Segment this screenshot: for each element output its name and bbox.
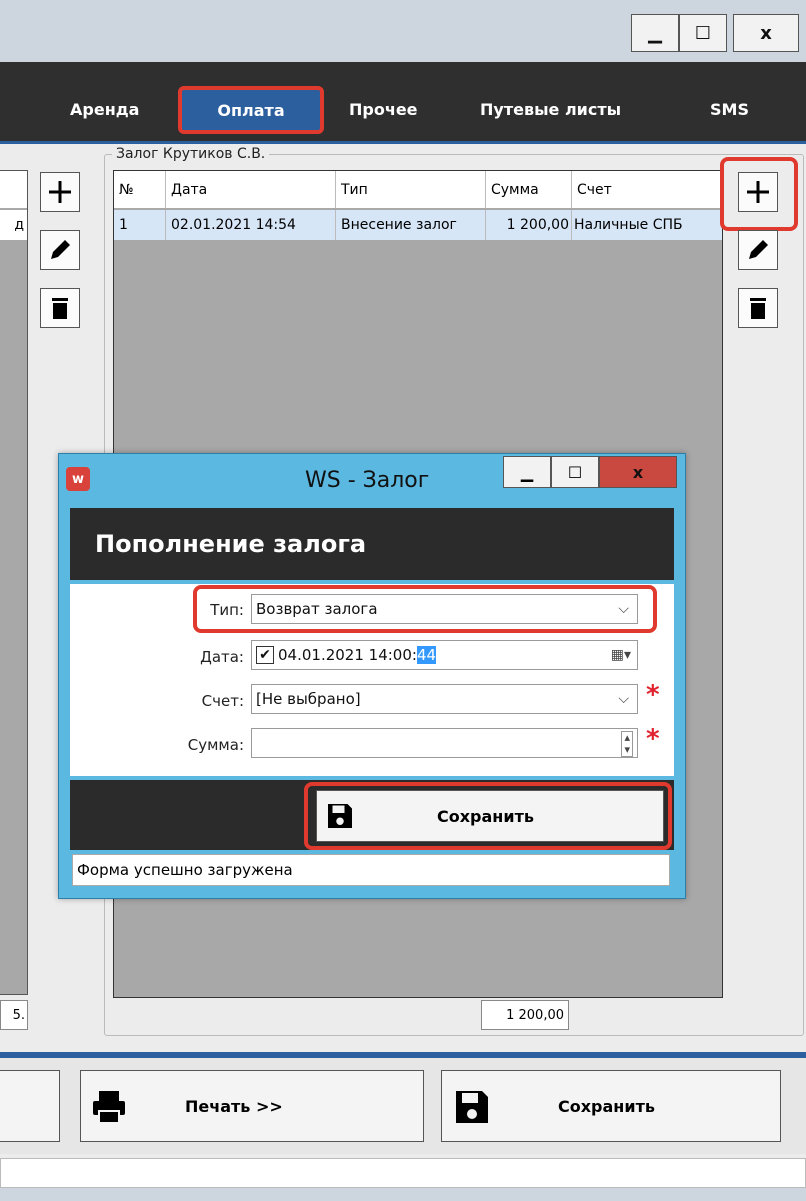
left-grid-header (0, 171, 27, 209)
left-grid-cell: д (0, 210, 27, 240)
left-total: 5. (0, 1000, 28, 1030)
date-value: 04.01.2021 14:00: (278, 646, 417, 664)
col-date[interactable]: Дата (166, 171, 336, 208)
tab-prochee[interactable]: Прочее (349, 100, 418, 119)
required-marker: * (646, 680, 660, 710)
deposit-group-label: Залог Крутиков С.В. (112, 146, 270, 162)
dialog-close-button[interactable]: x (599, 456, 677, 488)
maximize-icon: ☐ (567, 462, 583, 482)
close-button[interactable]: x (733, 14, 799, 52)
dialog-maximize-button[interactable]: ☐ (551, 456, 599, 488)
chevron-down-icon: ⌵ (618, 601, 629, 617)
row-type: Внесение залог (336, 210, 486, 240)
required-marker: * (646, 724, 660, 754)
date-picker[interactable]: ✔ 04.01.2021 14:00: 44 ▦▾ (251, 640, 638, 670)
date-label: Дата: (200, 648, 244, 666)
grid-header: № Дата Тип Сумма Счет (114, 171, 722, 209)
print-label: Печать >> (185, 1096, 283, 1116)
edit-button-left[interactable] (40, 230, 80, 270)
row-account: Наличные СПБ (574, 217, 683, 233)
type-value: Возврат залога (256, 600, 378, 618)
maximize-icon: ☐ (694, 22, 712, 44)
app-logo-icon: w (66, 467, 90, 491)
col-sum[interactable]: Сумма (486, 171, 572, 208)
minimize-button[interactable]: ▁ (631, 14, 679, 52)
row-n: 1 (114, 210, 166, 240)
trash-icon (750, 298, 766, 319)
add-deposit-button[interactable] (738, 172, 778, 212)
close-icon: x (760, 22, 772, 44)
delete-deposit-button[interactable] (738, 288, 778, 328)
plus-icon (49, 181, 71, 203)
minimize-icon: ▁ (520, 462, 534, 482)
dialog-title: WS - Залог (305, 468, 430, 493)
date-value-selected: 44 (416, 646, 437, 664)
print-button[interactable]: Печать >> (80, 1070, 424, 1142)
tab-oplata-label: Оплата (217, 100, 285, 120)
row-sum: 1 200,00 (486, 210, 572, 240)
dialog-save-button[interactable]: Сохранить (316, 790, 664, 842)
edit-deposit-button[interactable] (738, 230, 778, 270)
maximize-button[interactable]: ☐ (679, 14, 727, 52)
dialog-minimize-button[interactable]: ▁ (503, 456, 551, 488)
tab-arenda[interactable]: Аренда (70, 100, 139, 119)
col-account[interactable]: Счет (572, 171, 722, 208)
floppy-icon (328, 804, 352, 828)
tab-putevye-listy[interactable]: Путевые листы (480, 100, 621, 119)
account-select[interactable]: [Не выбрано] ⌵ (251, 684, 638, 714)
stepper-icon[interactable]: ▴ ▾ (621, 731, 633, 757)
minimize-icon: ▁ (648, 22, 662, 44)
col-type[interactable]: Тип (336, 171, 486, 208)
amount-label: Сумма: (187, 736, 244, 754)
chevron-down-icon: ⌵ (618, 691, 629, 707)
dialog-heading: Пополнение залога (95, 530, 367, 558)
delete-button-left[interactable] (40, 288, 80, 328)
pencil-icon (749, 240, 768, 259)
left-grid[interactable] (0, 170, 28, 995)
save-label: Сохранить (558, 1096, 655, 1116)
type-label: Тип: (210, 601, 244, 619)
printer-icon (93, 1091, 125, 1124)
col-n[interactable]: № (114, 171, 166, 208)
trash-icon (52, 298, 68, 319)
dialog-status: Форма успешно загружена (72, 854, 670, 886)
bottom-left-button[interactable] (0, 1070, 60, 1142)
bottom-strip (0, 1188, 806, 1201)
table-row[interactable]: 1 02.01.2021 14:54 Внесение залог 1 200,… (114, 210, 722, 240)
pencil-icon (51, 240, 70, 259)
dialog-save-label: Сохранить (437, 806, 534, 826)
date-checkbox[interactable]: ✔ (256, 646, 274, 664)
account-value: [Не выбрано] (256, 690, 361, 708)
tab-oplata[interactable]: Оплата (178, 86, 324, 134)
amount-field[interactable]: ▴ ▾ (251, 728, 638, 758)
plus-icon (747, 181, 769, 203)
save-button[interactable]: Сохранить (441, 1070, 781, 1142)
deposit-total: 1 200,00 (481, 1000, 569, 1030)
floppy-icon (456, 1091, 488, 1123)
account-label: Счет: (201, 692, 244, 710)
close-icon: x (632, 462, 644, 482)
tab-sms[interactable]: SMS (710, 100, 749, 119)
type-select[interactable]: Возврат залога ⌵ (251, 594, 638, 624)
row-date: 02.01.2021 14:54 (166, 210, 336, 240)
status-bar (0, 1158, 806, 1188)
calendar-icon: ▦▾ (610, 647, 631, 663)
add-button-left[interactable] (40, 172, 80, 212)
